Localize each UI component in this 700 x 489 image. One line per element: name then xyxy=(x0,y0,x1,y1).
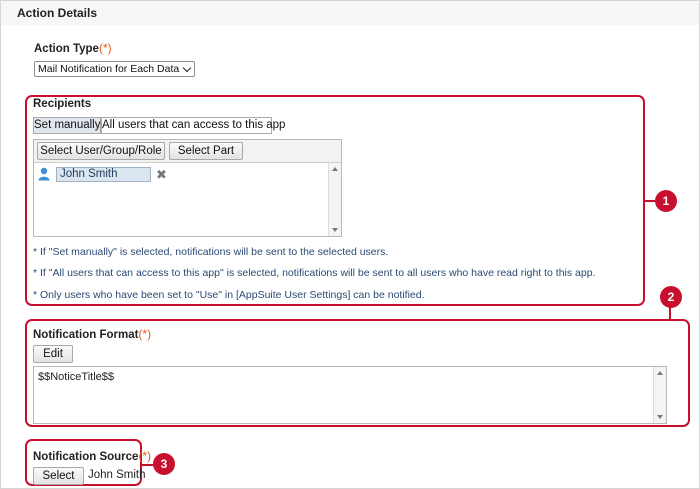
action-type-label: Action Type xyxy=(34,43,99,55)
action-type-selected-value: Mail Notification for Each Data xyxy=(38,63,180,75)
scroll-up-icon[interactable] xyxy=(657,371,663,375)
select-part-button[interactable]: Select Part xyxy=(169,142,243,160)
notification-source-label-row: Notification Source(*) xyxy=(33,449,151,463)
tab-set-manually[interactable]: Set manually xyxy=(33,117,101,134)
action-type-label-row: Action Type(*) xyxy=(34,41,112,55)
recipients-note-3: * Only users who have been set to "Use" … xyxy=(33,289,425,301)
remove-icon[interactable]: ✖ xyxy=(156,167,167,182)
recipients-note-1: * If "Set manually" is selected, notific… xyxy=(33,246,389,258)
notification-format-value: $$NoticeTitle$$ xyxy=(38,371,115,383)
scroll-up-icon[interactable] xyxy=(332,167,338,171)
required-mark: (*) xyxy=(138,327,152,341)
callout-leader-2 xyxy=(669,306,671,320)
callout-badge-3: 3 xyxy=(153,453,175,475)
user-icon xyxy=(38,167,50,181)
select-source-button[interactable]: Select xyxy=(33,467,84,485)
select-user-group-role-button[interactable]: Select User/Group/Role xyxy=(37,142,165,160)
picker-scrollbar[interactable] xyxy=(328,163,341,236)
panel-title: Action Details xyxy=(17,6,98,20)
recipients-label: Recipients xyxy=(33,98,92,110)
notification-source-label: Notification Source xyxy=(33,451,139,463)
recipients-note-2: * If "All users that can access to this … xyxy=(33,267,596,279)
tab-all-users[interactable]: All users that can access to this app xyxy=(101,117,285,134)
callout-badge-2: 2 xyxy=(660,286,682,308)
textarea-scrollbar[interactable] xyxy=(653,367,666,423)
notification-source-value: John Smith xyxy=(88,469,146,481)
required-mark: (*) xyxy=(98,41,112,55)
callout-badge-1: 1 xyxy=(655,190,677,212)
chevron-down-icon xyxy=(182,63,192,73)
panel-header: Action Details xyxy=(1,1,699,25)
notification-format-label-row: Notification Format(*) xyxy=(33,327,151,341)
scroll-down-icon[interactable] xyxy=(657,415,663,419)
scroll-down-icon[interactable] xyxy=(332,228,338,232)
notification-format-label: Notification Format xyxy=(33,329,139,341)
selected-user-chip[interactable]: John Smith xyxy=(56,167,151,182)
required-mark: (*) xyxy=(138,449,152,463)
action-type-select[interactable]: Mail Notification for Each Data xyxy=(34,61,195,77)
notification-format-textarea[interactable]: $$NoticeTitle$$ xyxy=(33,366,667,424)
callout-leader-1 xyxy=(645,200,655,202)
edit-button[interactable]: Edit xyxy=(33,345,73,363)
